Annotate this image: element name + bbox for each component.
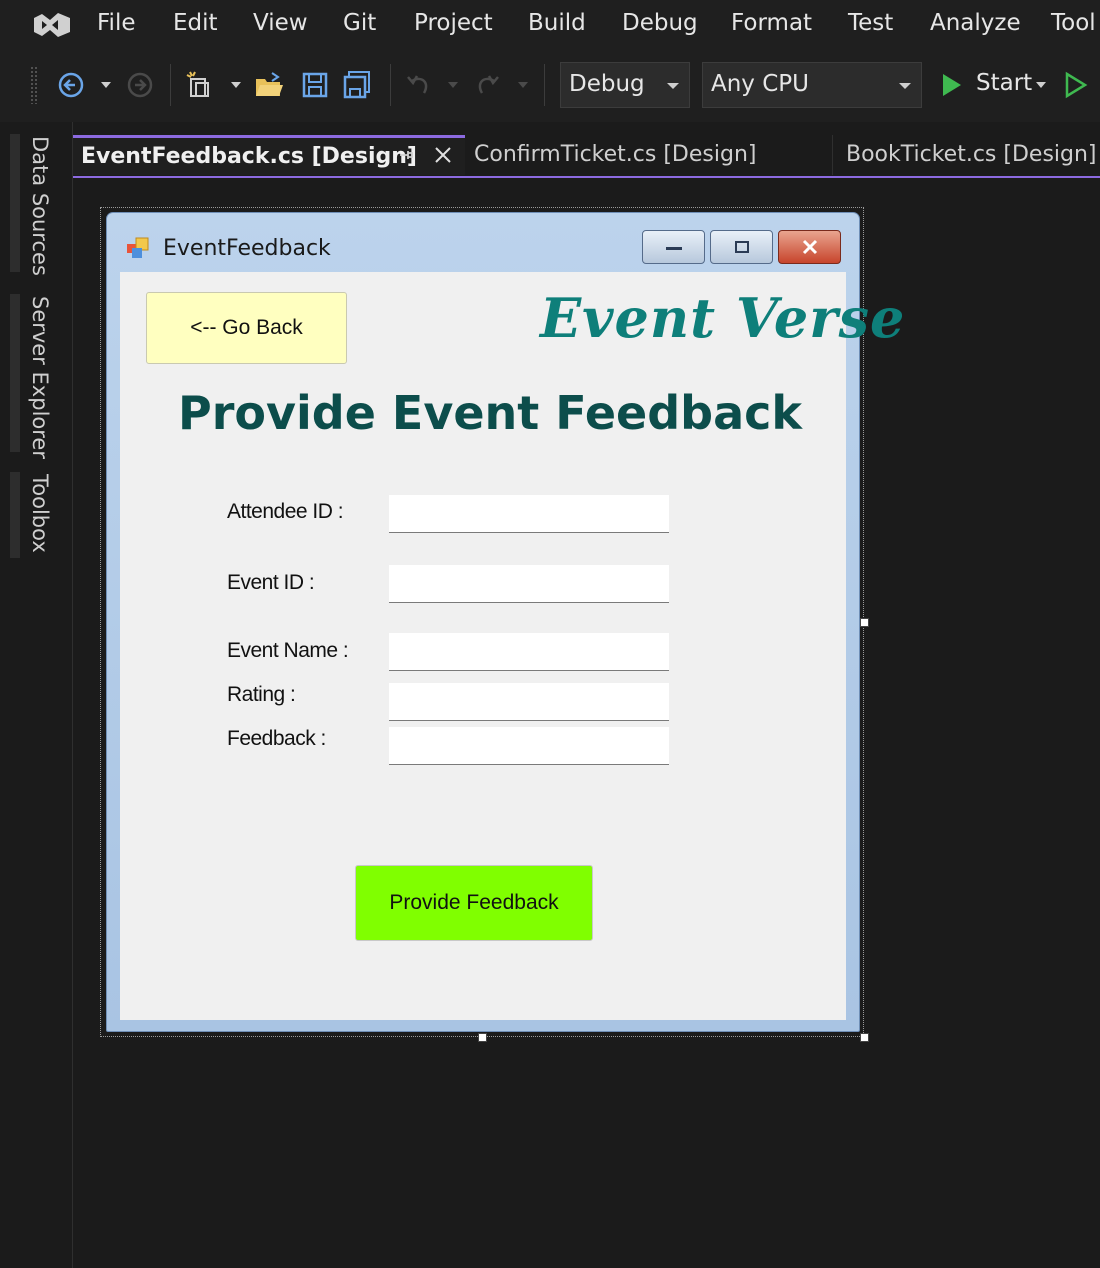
feedback-label: Feedback : <box>227 727 326 750</box>
event-id-field[interactable] <box>389 565 669 603</box>
undo-icon[interactable] <box>404 68 434 102</box>
new-item-dropdown-icon[interactable] <box>229 78 243 92</box>
toolbar <box>0 50 1100 122</box>
menu-view[interactable]: View <box>253 10 308 36</box>
menu-format[interactable]: Format <box>731 10 812 36</box>
toolbar-separator <box>390 64 391 106</box>
form-title: EventFeedback <box>163 236 331 261</box>
solution-platform-dropdown[interactable]: Any CPU <box>702 62 922 108</box>
menu-file[interactable]: File <box>97 10 136 36</box>
pin-icon[interactable] <box>398 146 414 164</box>
tab-label: BookTicket.cs [Design] <box>846 142 1097 167</box>
brand-logo-text: Event Verse <box>540 286 906 350</box>
close-icon <box>802 239 817 255</box>
rating-label: Rating : <box>227 683 296 706</box>
visual-studio-logo-icon[interactable] <box>30 10 76 40</box>
undo-dropdown-icon[interactable] <box>446 78 460 92</box>
start-dropdown-icon[interactable] <box>1034 78 1048 92</box>
tab-label: EventFeedback.cs [Design] <box>81 144 417 169</box>
rail-tab-strip <box>10 294 20 452</box>
start-icon[interactable] <box>936 68 966 102</box>
event-id-label: Event ID : <box>227 571 315 594</box>
menu-edit[interactable]: Edit <box>173 10 218 36</box>
resize-handle-corner[interactable] <box>860 1033 869 1042</box>
new-item-icon[interactable] <box>185 68 215 102</box>
menu-analyze[interactable]: Analyze <box>930 10 1021 36</box>
redo-dropdown-icon[interactable] <box>516 78 530 92</box>
tab-data-sources[interactable]: Data Sources <box>28 136 52 276</box>
attendee-id-field[interactable] <box>389 495 669 533</box>
menu-tools[interactable]: Tool <box>1051 10 1096 36</box>
toolbar-grip[interactable] <box>30 66 38 104</box>
solution-platform-value: Any CPU <box>711 71 809 97</box>
back-dropdown-icon[interactable] <box>99 78 113 92</box>
maximize-button[interactable] <box>710 230 773 264</box>
tab-label: ConfirmTicket.cs [Design] <box>474 142 757 167</box>
menu-debug[interactable]: Debug <box>622 10 698 36</box>
resize-handle-bottom[interactable] <box>478 1033 487 1042</box>
toolbar-separator <box>170 64 171 106</box>
forward-icon[interactable] <box>125 68 155 102</box>
tab-bookticket-design[interactable]: BookTicket.cs [Design] <box>833 135 1100 175</box>
maximize-icon <box>734 241 749 253</box>
rating-field[interactable] <box>389 683 669 721</box>
resize-handle-right[interactable] <box>860 618 869 627</box>
toolbar-separator <box>544 64 545 106</box>
attendee-id-label: Attendee ID : <box>227 500 344 523</box>
save-icon[interactable] <box>300 68 330 102</box>
redo-icon[interactable] <box>472 68 502 102</box>
start-button-label[interactable]: Start <box>976 70 1032 96</box>
event-name-label: Event Name : <box>227 639 349 662</box>
tab-server-explorer[interactable]: Server Explorer <box>28 296 52 459</box>
close-window-button[interactable] <box>778 230 841 264</box>
menu-project[interactable]: Project <box>414 10 493 36</box>
chevron-down-icon <box>899 83 911 89</box>
go-back-button[interactable]: <-- Go Back <box>146 292 347 364</box>
tab-toolbox[interactable]: Toolbox <box>28 474 52 553</box>
menu-build[interactable]: Build <box>528 10 586 36</box>
back-icon[interactable] <box>56 68 86 102</box>
page-heading: Provide Event Feedback <box>178 386 802 440</box>
minimize-button[interactable] <box>642 230 705 264</box>
tab-accent-line <box>73 176 1100 178</box>
event-name-field[interactable] <box>389 633 669 671</box>
feedback-field[interactable] <box>389 727 669 765</box>
start-without-debugging-icon[interactable] <box>1060 68 1090 102</box>
minimize-icon <box>665 247 682 250</box>
save-all-icon[interactable] <box>342 68 372 102</box>
close-icon[interactable] <box>432 144 454 166</box>
tab-confirmticket-design[interactable]: ConfirmTicket.cs [Design] <box>465 135 833 175</box>
solution-configuration-value: Debug <box>569 71 645 97</box>
form-app-icon <box>126 236 150 260</box>
menu-test[interactable]: Test <box>848 10 893 36</box>
rail-divider <box>72 122 73 1268</box>
provide-feedback-button[interactable]: Provide Feedback <box>355 865 593 941</box>
solution-configuration-dropdown[interactable]: Debug <box>560 62 690 108</box>
rail-tab-strip <box>10 472 20 558</box>
menu-git[interactable]: Git <box>343 10 376 36</box>
chevron-down-icon <box>667 83 679 89</box>
rail-tab-strip <box>10 134 20 272</box>
open-folder-icon[interactable] <box>254 68 284 102</box>
